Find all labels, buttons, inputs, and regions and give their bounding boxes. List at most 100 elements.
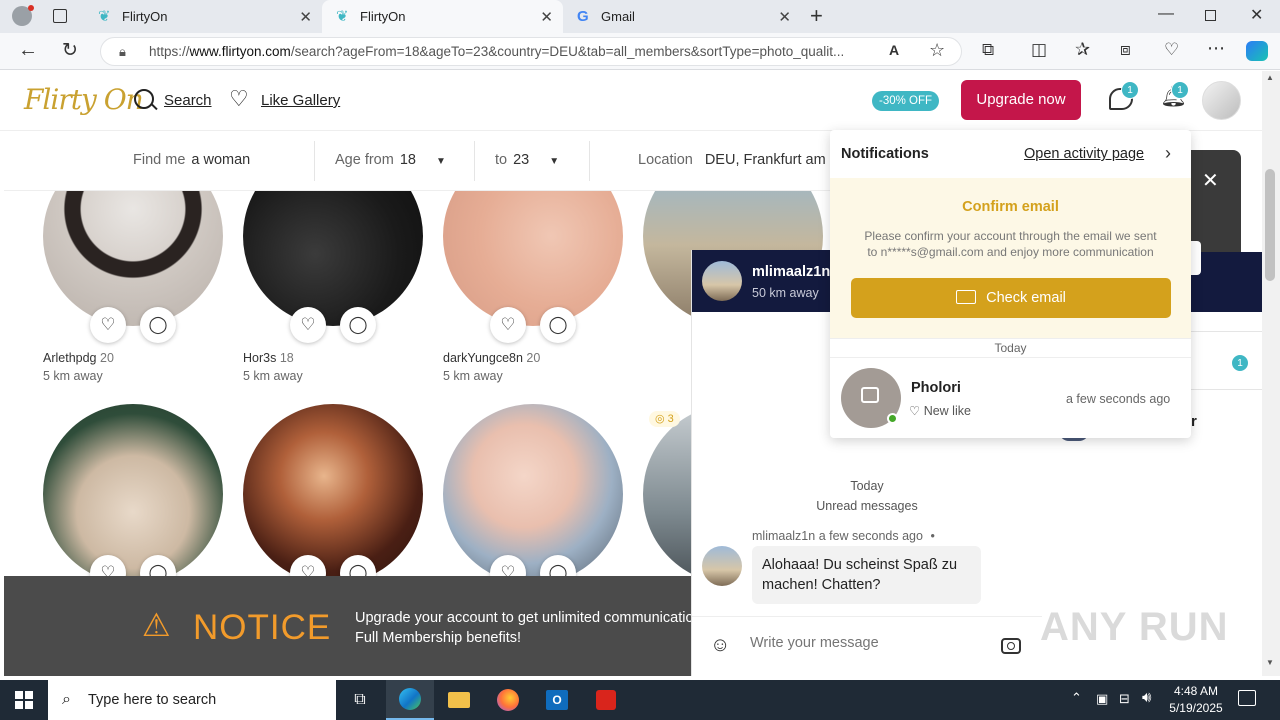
site-logo[interactable]: Flirty On [24, 83, 144, 116]
chat-bubble-icon[interactable]: ◯ [340, 555, 376, 576]
acrobat-icon[interactable] [582, 680, 630, 720]
favorites-icon[interactable]: ✰ [1075, 39, 1090, 60]
like-heart-icon[interactable]: ♡ [290, 555, 326, 576]
back-arrow-icon[interactable]: ← [18, 39, 38, 62]
network-icon[interactable]: ⊟ [1119, 691, 1130, 707]
more-menu-icon[interactable]: ⋯ [1207, 38, 1225, 59]
upgrade-button[interactable]: Upgrade now [961, 80, 1081, 120]
member-card[interactable] [43, 191, 223, 326]
member-photo[interactable] [443, 191, 623, 326]
notification-center-icon[interactable] [1238, 690, 1256, 706]
member-photo[interactable] [43, 191, 223, 326]
split-screen-icon[interactable]: ◫ [1031, 40, 1047, 60]
tab-gmail[interactable]: G Gmail ✕ [563, 0, 801, 33]
chat-bubble-icon[interactable]: ◯ [140, 555, 176, 576]
chevron-right-icon[interactable]: › [1165, 143, 1171, 164]
browser-tab-bar: ❦ FlirtyOn ✕ ❦ FlirtyOn ✕ G Gmail ✕ + — … [0, 0, 1280, 33]
location-filter[interactable]: Location DEU, Frankfurt am Main [638, 152, 861, 168]
close-icon[interactable]: ✕ [299, 8, 312, 26]
minimize-icon[interactable]: — [1158, 5, 1174, 23]
taskbar-search[interactable]: ⌕ Type here to search [48, 680, 336, 720]
member-name[interactable]: Arlethpdg 20 [43, 351, 223, 365]
tab-flirtyon-2[interactable]: ❦ FlirtyOn ✕ [322, 0, 563, 33]
member-photo[interactable] [243, 191, 423, 326]
chat-bubble-icon[interactable]: ◯ [340, 307, 376, 343]
find-me-filter[interactable]: Find me a woman [133, 152, 250, 168]
volume-icon[interactable]: 🔊︎ [1142, 689, 1151, 706]
meet-now-icon[interactable]: ▣ [1096, 691, 1108, 707]
member-card[interactable] [243, 404, 423, 576]
scroll-down-arrow-icon[interactable]: ▼ [1266, 658, 1274, 667]
taskbar-clock[interactable]: 4:48 AM 5/19/2025 [1163, 683, 1229, 717]
firefox-icon[interactable] [484, 680, 532, 720]
member-name[interactable]: darkYungce8n 20 [443, 351, 623, 365]
browser-address-bar: ← ↻ 🔒︎ https://www.flirtyon.com/search?a… [0, 33, 1280, 70]
close-icon[interactable]: ✕ [778, 8, 791, 26]
outlook-icon[interactable]: O [533, 680, 581, 720]
member-photo[interactable] [43, 404, 223, 576]
member-card[interactable] [243, 191, 423, 326]
chat-bubble-icon[interactable]: ◯ [140, 307, 176, 343]
card-actions: ♡ ◯ [443, 555, 623, 576]
read-aloud-icon[interactable]: A [889, 42, 899, 58]
chat-day-label: Today [850, 479, 884, 493]
extensions-icon[interactable]: ⧉ [982, 40, 994, 60]
member-photo[interactable] [443, 404, 623, 576]
open-activity-page-link[interactable]: Open activity page [1024, 146, 1144, 162]
age-to-filter[interactable]: to 23 ▼ [495, 152, 559, 168]
tab-title: FlirtyOn [122, 9, 168, 24]
restore-icon[interactable] [1205, 10, 1216, 21]
nav-search-link[interactable]: Search [164, 92, 212, 109]
chat-partner-avatar[interactable] [702, 261, 742, 301]
messages-count-badge: 1 [1121, 81, 1139, 99]
task-view-icon[interactable]: ⧉ [336, 680, 384, 720]
notification-item[interactable]: Pholori ♡ New like a few seconds ago [830, 359, 1191, 438]
envelope-icon [956, 290, 977, 304]
scroll-up-arrow-icon[interactable]: ▲ [1266, 73, 1274, 82]
message-input[interactable] [750, 635, 990, 651]
close-icon[interactable]: ✕ [1202, 168, 1219, 193]
check-email-button[interactable]: Check email [851, 278, 1171, 318]
like-heart-icon[interactable]: ♡ [90, 307, 126, 343]
new-tab-icon[interactable]: + [810, 3, 823, 29]
like-heart-icon[interactable]: ♡ [90, 555, 126, 576]
copilot-icon[interactable] [1246, 41, 1268, 61]
close-icon[interactable]: ✕ [540, 8, 553, 26]
tab-actions-icon[interactable] [53, 9, 67, 23]
chat-bubble-icon[interactable]: ◯ [540, 307, 576, 343]
page-scrollbar[interactable]: ▲ ▼ [1262, 71, 1280, 676]
refresh-icon[interactable]: ↻ [62, 39, 78, 62]
collections-icon[interactable]: ⧈ [1120, 40, 1131, 60]
confirm-text-line-1: Please confirm your account through the … [864, 229, 1157, 243]
emoji-icon[interactable]: ☺ [710, 634, 730, 657]
window-close-icon[interactable]: ✕ [1250, 5, 1263, 25]
search-icon[interactable] [134, 89, 154, 109]
nav-like-gallery-link[interactable]: Like Gallery [261, 92, 340, 109]
like-heart-icon[interactable]: ♡ [490, 307, 526, 343]
url-field[interactable]: 🔒︎ https://www.flirtyon.com/search?ageFr… [100, 37, 962, 66]
user-avatar[interactable] [1202, 81, 1241, 120]
like-heart-icon[interactable]: ♡ [490, 555, 526, 576]
camera-icon: ◎ [655, 413, 665, 425]
member-name[interactable]: Hor3s 18 [243, 351, 423, 365]
member-card[interactable] [443, 404, 623, 576]
card-actions: ♡ ◯ [243, 307, 423, 343]
windows-start-icon[interactable] [0, 680, 48, 720]
browser-essentials-icon[interactable]: ♡ [1164, 40, 1179, 60]
heart-icon[interactable]: ♡ [229, 86, 249, 112]
age-from-filter[interactable]: Age from 18 ▼ [335, 152, 446, 168]
chevron-up-icon[interactable]: ⌃ [1071, 690, 1082, 706]
tab-flirtyon-1[interactable]: ❦ FlirtyOn ✕ [84, 0, 322, 33]
scrollbar-thumb[interactable] [1265, 169, 1275, 281]
member-card[interactable] [43, 404, 223, 576]
file-explorer-icon[interactable] [435, 680, 483, 720]
edge-browser-icon[interactable] [386, 680, 434, 720]
member-photo[interactable] [243, 404, 423, 576]
like-heart-icon[interactable]: ♡ [290, 307, 326, 343]
conversation-name-fragment[interactable]: r [1191, 413, 1197, 430]
member-card[interactable] [443, 191, 623, 326]
favorite-star-icon[interactable]: ☆ [929, 40, 945, 61]
member-age: 20 [526, 351, 541, 365]
chat-bubble-icon[interactable]: ◯ [540, 555, 576, 576]
message-avatar[interactable] [702, 546, 742, 586]
